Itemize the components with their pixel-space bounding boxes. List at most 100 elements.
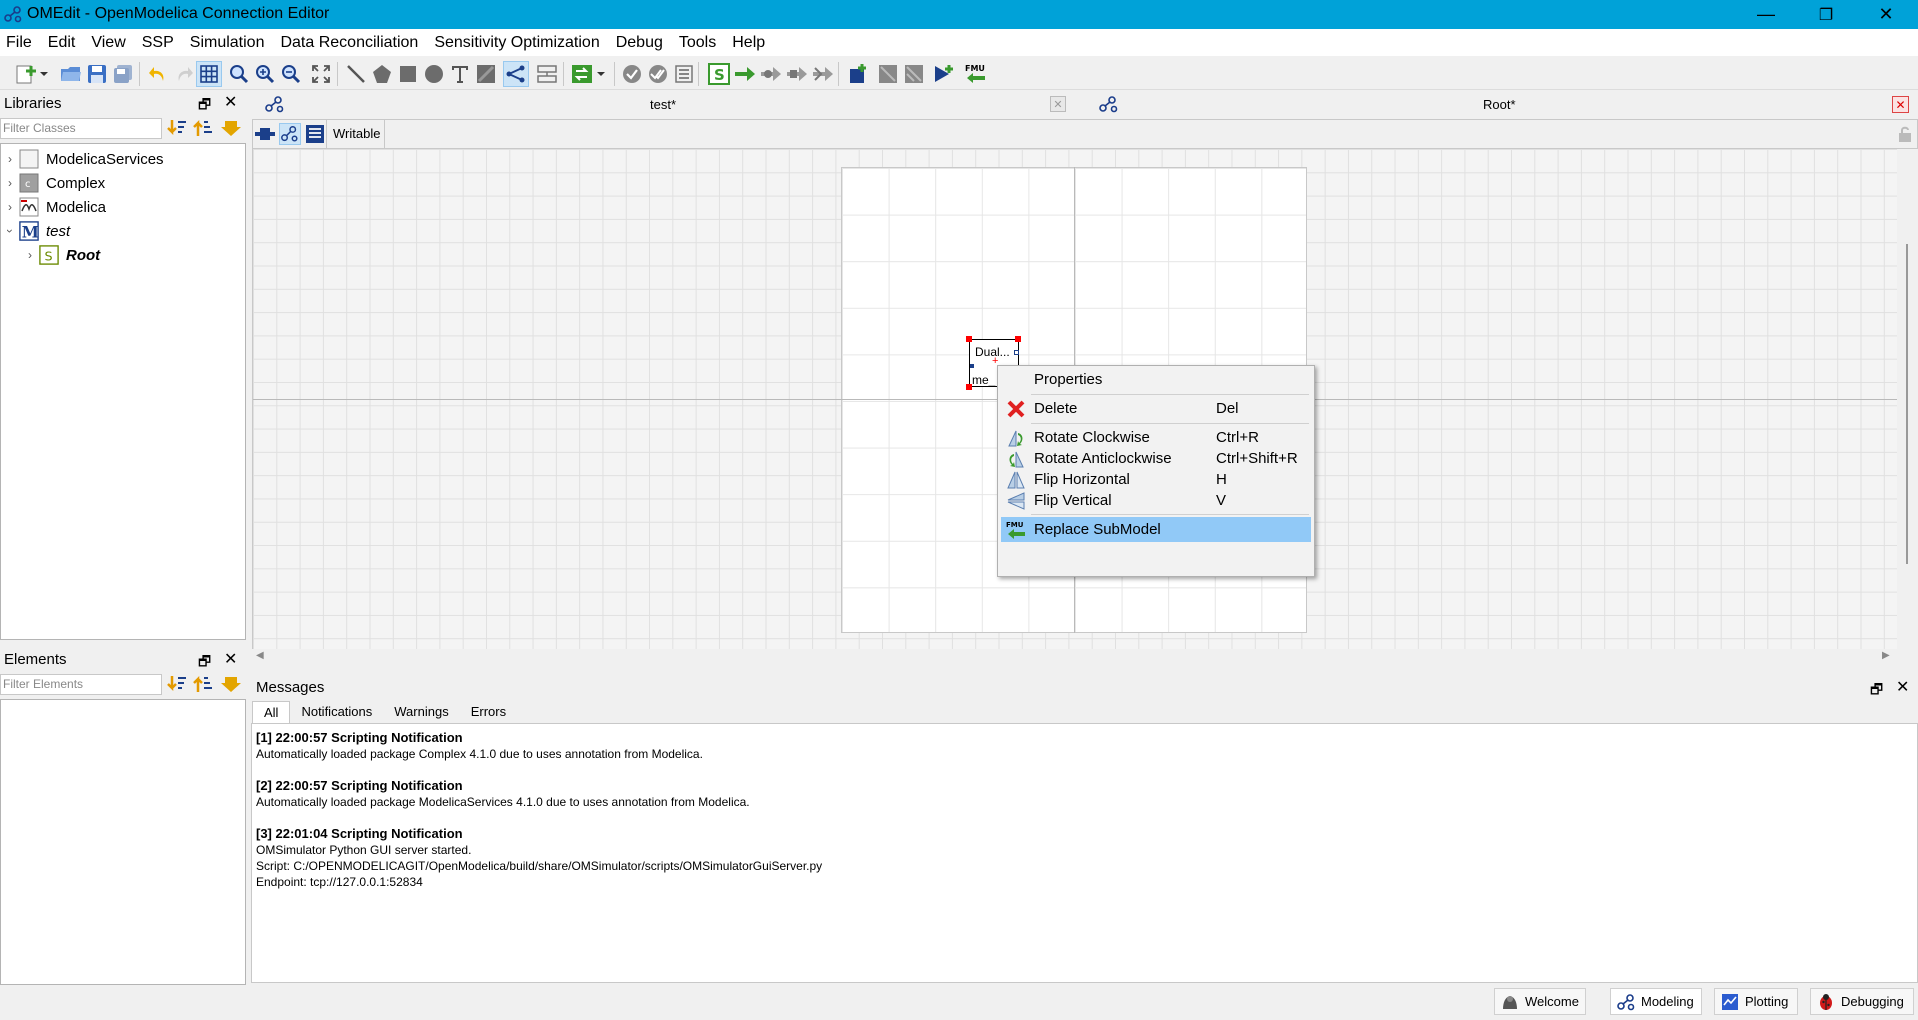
perspective-modeling[interactable]: Modeling [1610, 988, 1702, 1015]
polygon-shape-icon[interactable] [369, 61, 395, 87]
fit-to-diagram-icon[interactable] [308, 61, 334, 87]
tab-notifications[interactable]: Notifications [290, 701, 383, 723]
add-bus-icon[interactable] [875, 61, 901, 87]
check-all-icon[interactable] [645, 61, 671, 87]
expand-arrow-icon[interactable]: › [1, 200, 19, 214]
menu-data-reconciliation[interactable]: Data Reconciliation [272, 34, 426, 52]
lock-icon[interactable] [1897, 125, 1913, 143]
save-icon[interactable] [84, 61, 110, 87]
diagram-view-icon[interactable] [279, 123, 301, 145]
menu-ssp[interactable]: SSP [134, 34, 182, 52]
filter-elements-input[interactable]: Filter Elements [0, 674, 162, 695]
sort-ascending-icon[interactable] [192, 674, 214, 694]
sort-descending-icon[interactable] [166, 674, 188, 694]
collapse-all-icon[interactable] [220, 118, 242, 138]
zoom-in-icon[interactable] [252, 61, 278, 87]
tab-errors[interactable]: Errors [460, 701, 517, 723]
simulate-debugger-icon[interactable] [758, 61, 784, 87]
connect-mode-icon[interactable] [503, 61, 529, 87]
menu-simulation[interactable]: Simulation [182, 34, 273, 52]
new-file-icon[interactable] [12, 61, 52, 87]
tab-root[interactable]: Root* ✕ [1088, 93, 1918, 116]
text-view-icon[interactable] [305, 124, 325, 144]
tree-item-modelicaservices[interactable]: › ModelicaServices [1, 148, 164, 170]
perspective-welcome[interactable]: Welcome [1494, 988, 1586, 1015]
undo-icon[interactable] [145, 61, 171, 87]
tree-item-test[interactable]: › M test [1, 220, 70, 242]
resize-handle[interactable] [966, 384, 972, 390]
simulate-algorithmic-debugger-icon[interactable] [784, 61, 810, 87]
tree-item-modelica[interactable]: › Modelica [1, 196, 106, 218]
tab-all[interactable]: All [252, 701, 291, 723]
check-model-dropdown-icon[interactable] [569, 61, 609, 87]
perspective-plotting[interactable]: Plotting [1714, 988, 1798, 1015]
horizontal-scrollbar[interactable]: ◀ ▶ [252, 649, 1897, 666]
menu-item-properties[interactable]: Properties [1001, 367, 1311, 392]
zoom-reset-icon[interactable] [226, 61, 252, 87]
connector-port[interactable] [970, 364, 974, 368]
messages-float-icon[interactable]: 🗗 [1870, 679, 1883, 703]
icon-view-icon[interactable] [255, 124, 275, 144]
tab-test[interactable]: test* ✕ [252, 93, 1088, 116]
menu-view[interactable]: View [83, 34, 133, 52]
collapse-all-icon[interactable] [220, 674, 242, 694]
collapse-arrow-icon[interactable]: › [3, 222, 17, 240]
zoom-out-icon[interactable] [278, 61, 304, 87]
message-entry[interactable]: [1] 22:00:57 Scripting Notification Auto… [256, 730, 703, 762]
tab-root-close-icon[interactable]: ✕ [1892, 96, 1909, 113]
transition-mode-icon[interactable] [534, 61, 560, 87]
message-entry[interactable]: [2] 22:00:57 Scripting Notification Auto… [256, 778, 750, 810]
menu-sensitivity-optimization[interactable]: Sensitivity Optimization [426, 34, 607, 52]
redo-icon[interactable] [171, 61, 197, 87]
line-shape-icon[interactable] [343, 61, 369, 87]
sort-ascending-icon[interactable] [192, 118, 214, 138]
add-tlm-bus-icon[interactable] [901, 61, 927, 87]
simulate-animation-icon[interactable] [810, 61, 836, 87]
libraries-float-icon[interactable]: 🗗 [198, 94, 211, 118]
minimize-button[interactable]: — [1738, 0, 1794, 29]
scroll-left-icon[interactable]: ◀ [256, 650, 264, 661]
tab-test-close-icon[interactable]: ✕ [1050, 96, 1066, 112]
menu-file[interactable]: File [0, 34, 40, 52]
scrollbar-thumb[interactable] [1906, 244, 1908, 564]
menu-item-replace-submodel[interactable]: FMU Replace SubModel [1001, 517, 1311, 542]
tab-warnings[interactable]: Warnings [383, 701, 459, 723]
perspective-debugging[interactable]: Debugging [1810, 988, 1914, 1015]
restore-button[interactable]: ❐ [1798, 0, 1854, 29]
tree-item-root[interactable]: › S Root [21, 244, 100, 266]
sort-descending-icon[interactable] [166, 118, 188, 138]
message-entry[interactable]: [3] 22:01:04 Scripting Notification OMSi… [256, 826, 822, 890]
tree-item-complex[interactable]: › c Complex [1, 172, 105, 194]
rectangle-shape-icon[interactable] [395, 61, 421, 87]
resize-handle[interactable] [966, 336, 972, 342]
filter-classes-input[interactable]: Filter Classes [0, 118, 162, 139]
menu-tools[interactable]: Tools [671, 34, 724, 52]
simulation-setup-icon[interactable]: S [706, 61, 732, 87]
menu-edit[interactable]: Edit [40, 34, 84, 52]
add-system-icon[interactable] [931, 61, 957, 87]
menu-item-flip-vertical[interactable]: Flip Vertical V [1001, 488, 1311, 513]
expand-arrow-icon[interactable]: › [1, 176, 19, 190]
menu-debug[interactable]: Debug [608, 34, 671, 52]
instantiate-icon[interactable] [671, 61, 697, 87]
libraries-close-icon[interactable]: ✕ [224, 92, 237, 112]
expand-arrow-icon[interactable]: › [21, 248, 39, 262]
close-window-button[interactable]: ✕ [1858, 0, 1914, 29]
grid-icon[interactable] [196, 61, 222, 87]
fmu-replace-toolbar-icon[interactable]: FMU [963, 61, 989, 87]
elements-close-icon[interactable]: ✕ [224, 649, 237, 669]
ellipse-shape-icon[interactable] [421, 61, 447, 87]
vertical-scrollbar[interactable] [1897, 149, 1918, 666]
scroll-right-icon[interactable]: ▶ [1882, 650, 1890, 661]
open-folder-icon[interactable] [58, 61, 84, 87]
expand-arrow-icon[interactable]: › [1, 152, 19, 166]
text-shape-icon[interactable] [447, 61, 473, 87]
connector-port[interactable] [1014, 350, 1019, 355]
check-icon[interactable] [619, 61, 645, 87]
add-submodel-icon[interactable] [845, 61, 871, 87]
save-all-icon[interactable] [110, 61, 136, 87]
menu-help[interactable]: Help [724, 34, 773, 52]
bitmap-shape-icon[interactable] [473, 61, 499, 87]
resize-handle[interactable] [1015, 336, 1021, 342]
menu-item-delete[interactable]: Delete Del [1001, 396, 1311, 421]
